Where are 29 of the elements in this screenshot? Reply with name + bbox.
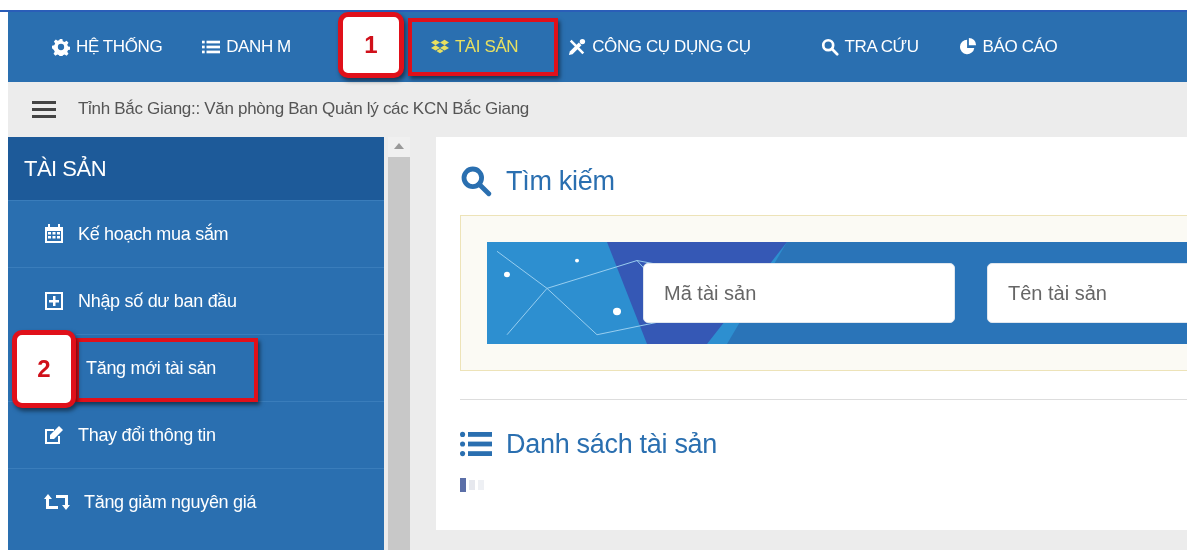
menu-tab[interactable]: HỆ THỐNG xyxy=(48,37,167,57)
list-icon xyxy=(202,38,221,56)
sidebar-title: TÀI SẢN xyxy=(8,137,384,200)
boxes-icon xyxy=(430,38,449,56)
tools-icon xyxy=(568,38,587,56)
search-icon xyxy=(820,38,839,56)
menu-tab[interactable]: BÁO CÁO xyxy=(954,37,1062,57)
edit-icon xyxy=(44,425,64,445)
menu-tab[interactable]: TÀI SẢN xyxy=(426,37,523,57)
step-number: 1 xyxy=(338,12,404,78)
step-number: 2 xyxy=(12,330,76,408)
calendar-icon xyxy=(44,224,64,244)
input-field[interactable]: Tên tài sản xyxy=(987,263,1187,323)
pie-chart-icon xyxy=(958,38,977,56)
exchange-arrows-icon xyxy=(44,492,70,512)
input-field[interactable]: Mã tài sản xyxy=(643,263,955,323)
breadcrumb-text: Tỉnh Bắc Giang:: Văn phòng Ban Quản lý các KCN Bắc Giang xyxy=(78,98,529,119)
sidebar-item[interactable]: Tăng giảm nguyên giá xyxy=(8,468,384,535)
menu-tab[interactable]: CÔNG CỤ DỤNG CỤ xyxy=(564,37,755,57)
section-title: Tìm kiếm xyxy=(506,165,615,197)
menu-tab[interactable]: DANH M xyxy=(198,37,295,57)
menu-icon[interactable] xyxy=(32,98,56,119)
scrollbar[interactable] xyxy=(388,137,410,550)
search-icon xyxy=(460,165,492,197)
sidebar-item[interactable]: Kế hoạch mua sắm xyxy=(8,200,384,267)
loading-indicator xyxy=(460,478,486,492)
section-title: Danh sách tài sản xyxy=(506,428,718,460)
gear-icon xyxy=(52,38,70,56)
menu-tab[interactable]: TRA CỨU xyxy=(816,37,923,57)
